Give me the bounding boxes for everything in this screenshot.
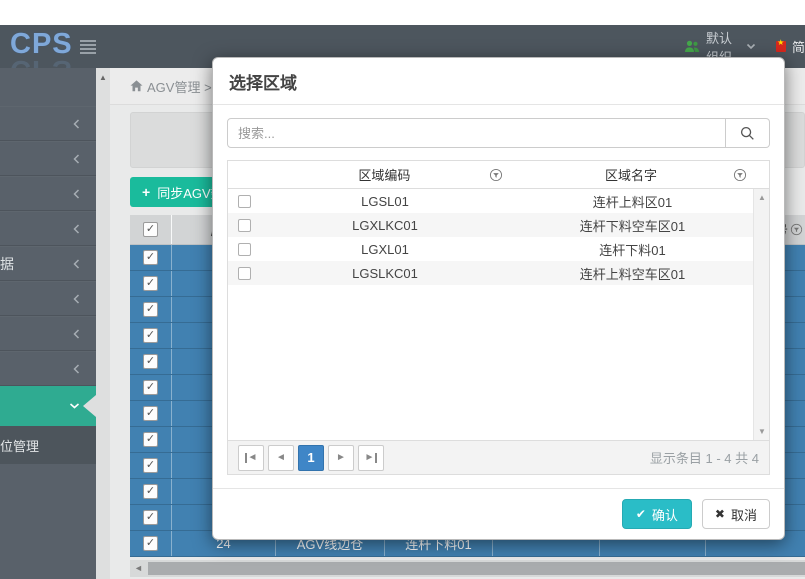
filter-icon[interactable] <box>489 168 503 182</box>
sidebar-item-3[interactable] <box>0 176 96 211</box>
row-checkbox[interactable]: ✓ <box>143 302 158 317</box>
pager-last-button[interactable]: ► <box>358 444 384 471</box>
chevron-left-icon <box>73 363 80 374</box>
scroll-up-icon[interactable]: ▲ <box>758 193 766 202</box>
sidebar: 据 位管理 <box>0 68 96 579</box>
cancel-button[interactable]: ✖ 取消 <box>701 499 770 529</box>
chevron-left-icon <box>73 153 80 164</box>
sidebar-item-4[interactable] <box>0 211 96 246</box>
filter-icon[interactable] <box>790 223 803 236</box>
chevron-left-icon <box>73 223 80 234</box>
chevron-left-icon <box>73 118 80 129</box>
area-row-lgxlkc01[interactable]: LGXLKC01 连杆下料空车区01 <box>228 213 769 237</box>
dialog-body: 区域编码 区域名字 LGSL01 连杆上料区01 LGXLKC01 <box>213 105 784 475</box>
chevron-left-icon <box>73 188 80 199</box>
app-logo-reflection: CPS <box>10 53 73 68</box>
confirm-button[interactable]: ✔ 确认 <box>621 499 692 529</box>
search-icon <box>740 126 754 140</box>
area-row-lgxl01[interactable]: LGXL01 连杆下料01 <box>228 237 769 261</box>
row-checkbox[interactable]: ✓ <box>143 380 158 395</box>
search-row <box>227 118 770 148</box>
row-checkbox[interactable]: ✓ <box>143 406 158 421</box>
chevron-left-icon <box>73 328 80 339</box>
row-checkbox[interactable] <box>237 218 251 232</box>
row-checkbox[interactable]: ✓ <box>143 276 158 291</box>
chevron-left-icon <box>73 293 80 304</box>
select-area-dialog: 选择区域 区域编码 区域名字 <box>212 57 785 540</box>
pager-info: 显示条目 1 - 4 共 4 <box>649 451 759 466</box>
row-checkbox[interactable]: ✓ <box>143 432 158 447</box>
breadcrumb[interactable]: AGV管理 > <box>130 77 212 96</box>
row-checkbox[interactable]: ✓ <box>143 328 158 343</box>
chevron-down-icon <box>69 403 80 410</box>
sidebar-subitem-location-management[interactable]: 位管理 <box>0 426 96 464</box>
area-grid-header: 区域编码 区域名字 <box>228 161 769 189</box>
column-header-area-name[interactable]: 区域名字 <box>509 161 753 188</box>
sidebar-item-6[interactable] <box>0 281 96 316</box>
search-button[interactable] <box>726 118 770 148</box>
chevron-down-icon <box>746 43 756 50</box>
active-item-notch <box>83 395 96 417</box>
sidebar-item-active[interactable] <box>0 386 96 426</box>
area-grid: 区域编码 区域名字 LGSL01 连杆上料区01 LGXLKC01 连杆下料空车… <box>227 160 770 475</box>
dialog-title: 选择区域 <box>213 58 784 105</box>
content-vertical-scrollbar[interactable]: ▲ <box>96 68 110 579</box>
row-checkbox[interactable] <box>237 194 251 208</box>
row-checkbox[interactable]: ✓ <box>143 354 158 369</box>
sidebar-menu: 据 位管理 <box>0 68 96 464</box>
area-row-lgslkc01[interactable]: LGSLKC01 连杆上料空车区01 <box>228 261 769 285</box>
pager-page-1[interactable]: 1 <box>298 444 324 471</box>
sidebar-item-basic-data[interactable]: 据 <box>0 246 96 281</box>
organization-icon <box>684 40 700 53</box>
plus-icon: + <box>142 184 151 200</box>
chevron-left-icon <box>73 258 80 269</box>
row-checkbox[interactable]: ✓ <box>143 510 158 525</box>
row-checkbox[interactable] <box>237 266 251 280</box>
table-horizontal-scrollbar[interactable]: ◄ <box>130 560 805 577</box>
select-all-checkbox[interactable]: ✓ <box>143 222 158 237</box>
sidebar-item-2[interactable] <box>0 141 96 176</box>
dialog-footer: ✔ 确认 ✖ 取消 <box>213 488 784 539</box>
pager-first-button[interactable]: ◄ <box>238 444 264 471</box>
scroll-down-icon[interactable]: ▼ <box>758 427 766 436</box>
sidebar-item-8[interactable] <box>0 351 96 386</box>
home-icon <box>130 80 143 92</box>
row-checkbox[interactable]: ✓ <box>143 458 158 473</box>
row-checkbox[interactable] <box>237 242 251 256</box>
column-header-area-code[interactable]: 区域编码 <box>260 161 509 188</box>
area-grid-body: LGSL01 连杆上料区01 LGXLKC01 连杆下料空车区01 LGXL01… <box>228 189 769 440</box>
sidebar-item-7[interactable] <box>0 316 96 351</box>
scrollbar-thumb[interactable] <box>148 562 805 575</box>
filter-icon[interactable] <box>733 168 747 182</box>
row-checkbox[interactable]: ✓ <box>143 484 158 499</box>
grid-pager: ◄ ◄ 1 ► ► 显示条目 1 - 4 共 4 <box>228 440 769 474</box>
pager-next-button[interactable]: ► <box>328 444 354 471</box>
sidebar-item-1[interactable] <box>0 106 96 141</box>
x-icon: ✖ <box>714 507 725 521</box>
language-selector[interactable]: 简 <box>792 37 805 56</box>
menu-toggle-icon[interactable] <box>80 40 96 54</box>
page-top-whitespace <box>0 0 805 25</box>
check-icon: ✔ <box>635 507 646 521</box>
china-flag-icon: ★ <box>776 38 786 52</box>
scroll-left-icon[interactable]: ◄ <box>134 563 143 573</box>
app-logo[interactable]: CPS CPS <box>10 27 80 68</box>
scroll-up-icon[interactable]: ▲ <box>99 73 107 82</box>
row-checkbox[interactable]: ✓ <box>143 536 158 551</box>
search-input[interactable] <box>227 118 726 148</box>
area-row-lgsl01[interactable]: LGSL01 连杆上料区01 <box>228 189 769 213</box>
pager-prev-button[interactable]: ◄ <box>268 444 294 471</box>
grid-vertical-scrollbar[interactable]: ▲ ▼ <box>753 189 769 440</box>
row-checkbox[interactable]: ✓ <box>143 250 158 265</box>
